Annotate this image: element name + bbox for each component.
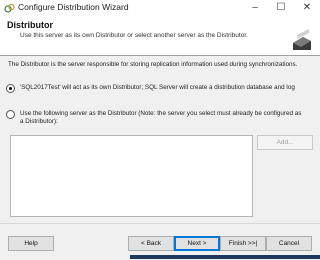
page-subtitle: Use this server as its own Distributor o… xyxy=(20,32,248,39)
minimize-button[interactable]: – xyxy=(242,0,268,17)
finish-button[interactable]: Finish >>| xyxy=(220,236,266,251)
add-button[interactable]: Add... xyxy=(257,135,313,150)
title-bar: Configure Distribution Wizard – ☐ ✕ xyxy=(0,0,320,17)
other-distributor-radio[interactable] xyxy=(6,110,15,119)
wizard-content: The Distributor is the server responsibl… xyxy=(0,56,320,223)
other-distributor-label: Use the following server as the Distribu… xyxy=(20,110,302,125)
cancel-button[interactable]: Cancel xyxy=(266,236,312,251)
description-text: The Distributor is the server responsibl… xyxy=(8,61,298,68)
own-distributor-radio[interactable] xyxy=(6,84,15,93)
wizard-app-icon xyxy=(4,3,15,13)
distributor-server-list[interactable] xyxy=(10,135,253,217)
server-graphic-icon xyxy=(293,29,311,50)
back-button[interactable]: < Back xyxy=(128,236,174,251)
page-title: Distributor xyxy=(7,20,53,30)
maximize-button[interactable]: ☐ xyxy=(268,0,294,17)
next-button[interactable]: Next > xyxy=(174,236,220,251)
taskbar-strip xyxy=(0,253,320,259)
option-own-distributor[interactable]: 'SQL2017Test' will act as its own Distri… xyxy=(6,84,295,93)
window-title: Configure Distribution Wizard xyxy=(18,2,129,12)
own-distributor-label: 'SQL2017Test' will act as its own Distri… xyxy=(20,84,295,91)
option-other-distributor[interactable]: Use the following server as the Distribu… xyxy=(6,110,306,126)
close-button[interactable]: ✕ xyxy=(294,0,320,17)
wizard-header: Distributor Use this server as its own D… xyxy=(0,17,320,56)
help-button[interactable]: Help xyxy=(8,236,54,251)
